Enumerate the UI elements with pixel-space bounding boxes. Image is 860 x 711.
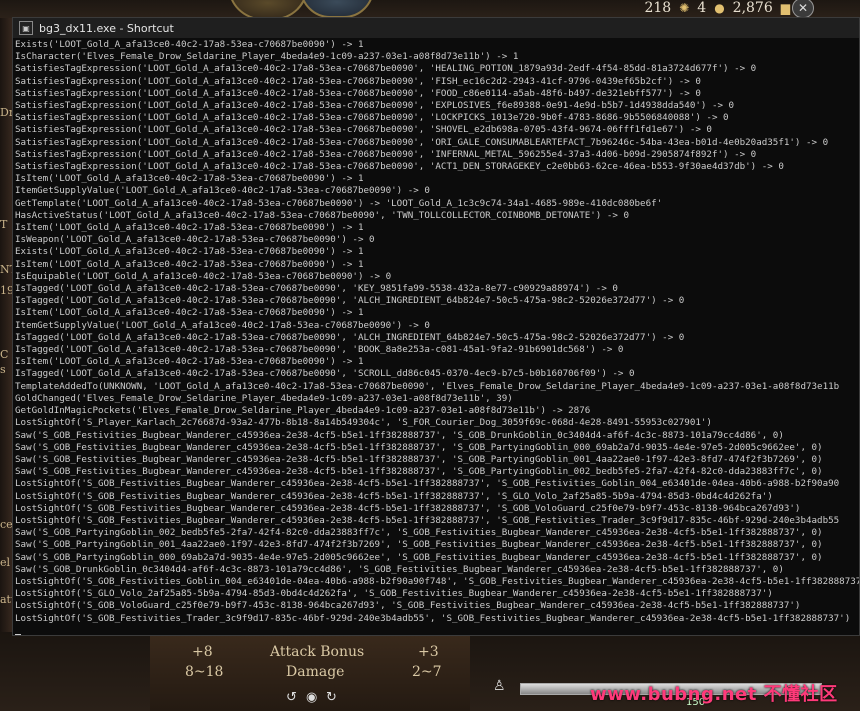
attack-panel: +8 Attack Bonus +3 8~18 Damage 2~7 ↺ ◉ ↻ bbox=[150, 632, 470, 711]
console-line: SatisfiesTagExpression('LOOT_Gold_A_afa1… bbox=[15, 161, 784, 173]
left-text: C bbox=[0, 348, 9, 361]
console-output[interactable]: Exists('LOOT_Gold_A_afa13ce0-40c2-17a8-5… bbox=[15, 39, 859, 635]
console-line: ItemGetSupplyValue('LOOT_Gold_A_afa13ce0… bbox=[15, 185, 430, 197]
damage-label: Damage bbox=[286, 664, 345, 680]
console-line: IsItem('LOOT_Gold_A_afa13ce0-40c2-17a8-5… bbox=[15, 222, 364, 234]
damage-left: 8~18 bbox=[185, 664, 224, 680]
console-line: SatisfiesTagExpression('LOOT_Gold_A_afa1… bbox=[15, 100, 735, 112]
console-line: Saw('S_GOB_Festivities_Bugbear_Wanderer_… bbox=[15, 466, 823, 478]
window-title: bg3_dx11.exe - Shortcut bbox=[39, 21, 174, 35]
console-line: ItemGetSupplyValue('LOOT_Gold_A_afa13ce0… bbox=[15, 319, 430, 331]
console-line: Saw('S_GOB_DrunkGoblin_0c3404d4-af6f-4c3… bbox=[15, 563, 784, 575]
console-line: Saw('S_GOB_PartyingGoblin_000_69ab2a7d-9… bbox=[15, 551, 823, 563]
hud-gold: 2,876 bbox=[732, 0, 773, 16]
console-line: GetGoldInMagicPockets('Elves_Female_Drow… bbox=[15, 405, 591, 417]
console-cursor bbox=[15, 633, 21, 635]
watermark: www.bubng.net 不懂社区 bbox=[590, 684, 838, 705]
console-line: LostSightOf('S_GOB_Festivities_Goblin_00… bbox=[15, 575, 859, 587]
console-line: LostSightOf('S_GOB_Festivities_Bugbear_W… bbox=[15, 478, 840, 490]
console-line: IsTagged('LOOT_Gold_A_afa13ce0-40c2-17a8… bbox=[15, 344, 624, 356]
console-line: IsTagged('LOOT_Gold_A_afa13ce0-40c2-17a8… bbox=[15, 331, 685, 343]
console-line: IsEquipable('LOOT_Gold_A_afa13ce0-40c2-1… bbox=[15, 270, 392, 282]
person-icon: ♙ bbox=[493, 678, 506, 694]
hud-stats: 218 ✺ 4 ● 2,876 ▆ bbox=[644, 0, 790, 16]
console-line: LostSightOf('S_GOB_Festivities_Bugbear_W… bbox=[15, 490, 773, 502]
console-line: IsTagged('LOOT_Gold_A_afa13ce0-40c2-17a8… bbox=[15, 283, 618, 295]
console-line: SatisfiesTagExpression('LOOT_Gold_A_afa1… bbox=[15, 87, 701, 99]
console-line: LostSightOf('S_GOB_Festivities_Bugbear_W… bbox=[15, 502, 801, 514]
console-line: SatisfiesTagExpression('LOOT_Gold_A_afa1… bbox=[15, 136, 829, 148]
console-line: Saw('S_GOB_Festivities_Bugbear_Wanderer_… bbox=[15, 441, 823, 453]
console-line: LostSightOf('S_GOB_Festivities_Trader_3c… bbox=[15, 612, 851, 624]
console-window[interactable]: ▣ bg3_dx11.exe - Shortcut Exists('LOOT_G… bbox=[12, 17, 860, 636]
console-line: IsItem('LOOT_Gold_A_afa13ce0-40c2-17a8-5… bbox=[15, 307, 364, 319]
console-line: HasActiveStatus('LOOT_Gold_A_afa13ce0-40… bbox=[15, 209, 629, 221]
console-line: LostSightOf('S_GLO_Volo_2af25a85-5b9a-47… bbox=[15, 588, 773, 600]
console-titlebar[interactable]: ▣ bg3_dx11.exe - Shortcut bbox=[13, 18, 859, 38]
console-line: SatisfiesTagExpression('LOOT_Gold_A_afa1… bbox=[15, 124, 712, 136]
console-line: GoldChanged('Elves_Female_Drow_Seldarine… bbox=[15, 392, 513, 404]
left-text: s bbox=[0, 363, 6, 376]
console-line: LostSightOf('S_Player_Karlach_2c76687d-9… bbox=[15, 417, 712, 429]
console-line: Saw('S_GOB_Festivities_Bugbear_Wanderer_… bbox=[15, 429, 784, 441]
console-line: Exists('LOOT_Gold_A_afa13ce0-40c2-17a8-5… bbox=[15, 246, 364, 258]
left-text: ce bbox=[0, 518, 13, 531]
console-line: Saw('S_GOB_PartyingGoblin_001_4aa22ae0-1… bbox=[15, 539, 823, 551]
coin-icon: ● bbox=[714, 1, 725, 15]
console-line: LostSightOf('S_GOB_Festivities_Bugbear_W… bbox=[15, 514, 840, 526]
console-line: SatisfiesTagExpression('LOOT_Gold_A_afa1… bbox=[15, 75, 701, 87]
attack-bonus-label: Attack Bonus bbox=[270, 644, 365, 660]
console-line: SatisfiesTagExpression('LOOT_Gold_A_afa1… bbox=[15, 112, 729, 124]
console-line: IsTagged('LOOT_Gold_A_afa13ce0-40c2-17a8… bbox=[15, 368, 635, 380]
eye-icon[interactable]: ◉ bbox=[306, 690, 317, 705]
console-line: IsItem('LOOT_Gold_A_afa13ce0-40c2-17a8-5… bbox=[15, 356, 364, 368]
console-line: IsTagged('LOOT_Gold_A_afa13ce0-40c2-17a8… bbox=[15, 295, 685, 307]
console-line: SatisfiesTagExpression('LOOT_Gold_A_afa1… bbox=[15, 63, 757, 75]
console-line: TemplateAddedTo(UNKNOWN, 'LOOT_Gold_A_af… bbox=[15, 380, 840, 392]
hud-stat-2: 4 bbox=[697, 0, 707, 16]
console-line: IsItem('LOOT_Gold_A_afa13ce0-40c2-17a8-5… bbox=[15, 173, 364, 185]
close-icon[interactable]: ✕ bbox=[792, 0, 814, 18]
damage-right: 2~7 bbox=[412, 664, 442, 680]
console-line: Saw('S_GOB_PartyingGoblin_002_bedb5fe5-2… bbox=[15, 527, 823, 539]
console-line: SatisfiesTagExpression('LOOT_Gold_A_afa1… bbox=[15, 148, 757, 160]
console-line: Exists('LOOT_Gold_A_afa13ce0-40c2-17a8-5… bbox=[15, 39, 364, 50]
console-line: IsCharacter('Elves_Female_Drow_Seldarine… bbox=[15, 51, 519, 63]
backpack-icon: ▆ bbox=[780, 1, 790, 15]
app-icon: ▣ bbox=[19, 21, 33, 35]
console-line: LostSightOf('S_GOB_VoloGuard_c25f0e79-b9… bbox=[15, 600, 801, 612]
sun-icon: ✺ bbox=[679, 1, 690, 15]
hud-stat-1: 218 bbox=[644, 0, 672, 16]
console-line: IsWeapon('LOOT_Gold_A_afa13ce0-40c2-17a8… bbox=[15, 234, 375, 246]
rotate-right-icon[interactable]: ↻ bbox=[326, 690, 337, 705]
console-line: Saw('S_GOB_Festivities_Bugbear_Wanderer_… bbox=[15, 453, 823, 465]
console-line: GetTemplate('LOOT_Gold_A_afa13ce0-40c2-1… bbox=[15, 197, 663, 209]
console-line: IsItem('LOOT_Gold_A_afa13ce0-40c2-17a8-5… bbox=[15, 258, 364, 270]
attack-bonus-right: +3 bbox=[418, 644, 439, 660]
rotate-left-icon[interactable]: ↺ bbox=[286, 690, 297, 705]
left-text: el bbox=[0, 556, 11, 569]
attack-bonus-left: +8 bbox=[192, 644, 213, 660]
left-text: T bbox=[0, 218, 8, 231]
